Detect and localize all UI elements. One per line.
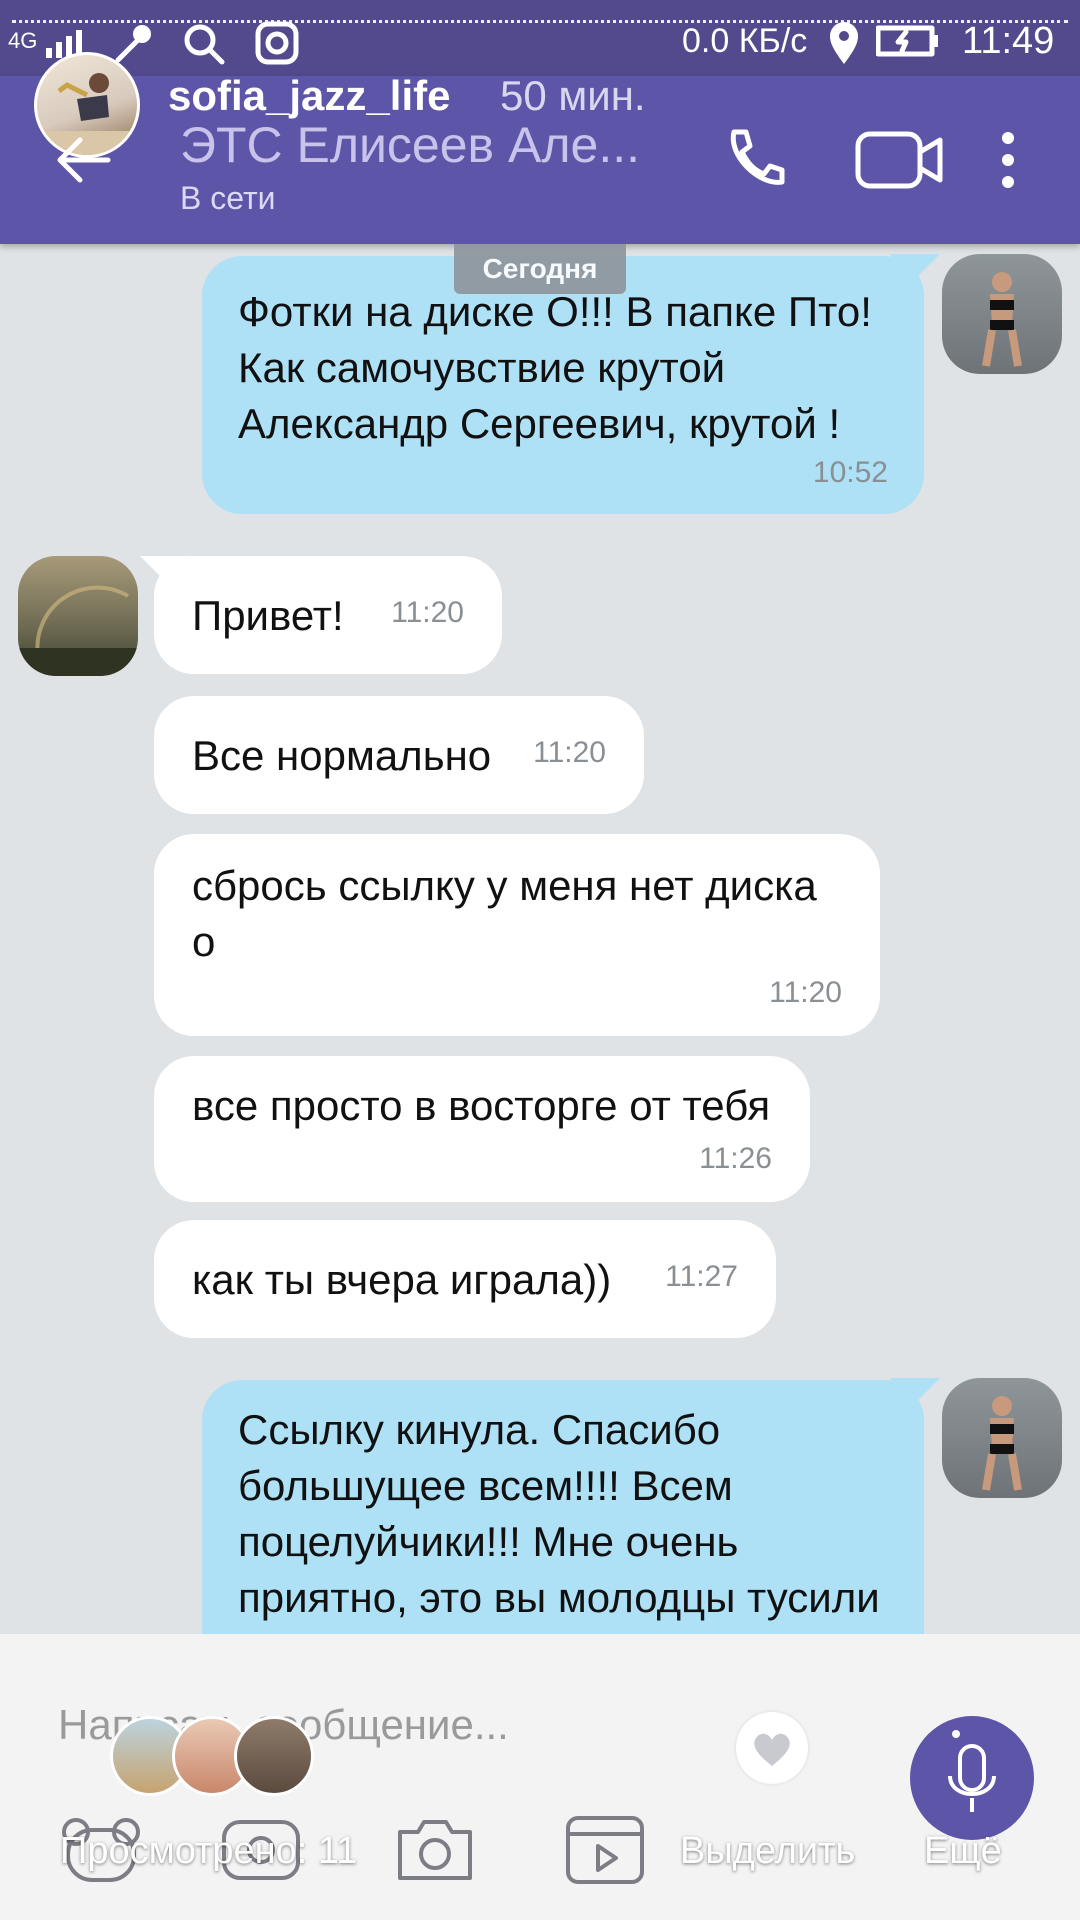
message-incoming[interactable]: все просто в восторге от тебя 11:26 xyxy=(154,1056,810,1202)
search-icon xyxy=(184,24,225,65)
message-incoming[interactable]: как ты вчера играла)) 11:27 xyxy=(154,1220,776,1338)
message-time: 11:20 xyxy=(533,736,606,769)
viewer-avatar[interactable] xyxy=(234,1716,314,1796)
story-time: 50 мин. xyxy=(500,72,646,119)
message-outgoing[interactable]: Фотки на диске О!!! В папке Пто! Как сам… xyxy=(202,256,924,514)
camera-button[interactable] xyxy=(390,1802,480,1892)
date-separator: Сегодня xyxy=(454,244,626,294)
message-outgoing[interactable]: Ссылку кинула. Спасибо большущее всем!!!… xyxy=(202,1380,924,1634)
message-incoming[interactable]: Привет! 11:20 xyxy=(154,556,502,674)
microphone-icon xyxy=(948,1730,996,1812)
message-text: Все нормально xyxy=(192,732,492,779)
camera-icon xyxy=(398,1820,472,1880)
contact-name[interactable]: ЭТС Елисеев Але... xyxy=(180,116,640,174)
contact-status: В сети xyxy=(180,180,276,216)
contact-avatar[interactable] xyxy=(18,556,138,676)
message-time: 11:27 xyxy=(665,1260,738,1293)
gif-button[interactable] xyxy=(560,1802,650,1892)
message-text: Ссылку кинула. Спасибо большущее всем!!!… xyxy=(238,1406,880,1621)
avatar-photo xyxy=(982,1396,1022,1491)
location-icon xyxy=(830,22,858,64)
heart-icon xyxy=(754,1733,790,1766)
voice-message-button[interactable] xyxy=(910,1716,1034,1840)
clock: 11:49 xyxy=(962,20,1055,62)
video-clip-icon xyxy=(566,1816,644,1884)
story-username[interactable]: sofia_jazz_life xyxy=(168,72,450,120)
story-progress-bar xyxy=(12,20,1068,23)
composer: Просмотрено: 11 Выделить Ещё xyxy=(0,1634,1080,1920)
video-camera-icon[interactable] xyxy=(854,128,946,192)
bubble-tail xyxy=(890,254,940,284)
network-speed: 0.0 КБ/с xyxy=(682,22,808,60)
my-avatar[interactable] xyxy=(942,254,1062,374)
message-text: все просто в восторге от тебя xyxy=(192,1082,771,1129)
status-bar: 4G 0.0 КБ/с 11:49 xyxy=(0,0,1080,76)
like-button[interactable] xyxy=(736,1712,808,1784)
instagram-icon xyxy=(255,21,299,65)
message-incoming[interactable]: сбрось ссылку у меня нет диска о 11:20 xyxy=(154,834,880,1036)
message-incoming[interactable]: Все нормально 11:20 xyxy=(154,696,644,814)
message-time: 10:52 xyxy=(812,456,888,489)
bubble-tail xyxy=(890,1378,940,1408)
my-avatar[interactable] xyxy=(942,1378,1062,1498)
battery-icon xyxy=(876,25,938,57)
message-list[interactable]: Фотки на диске О!!! В папке Пто! Как сам… xyxy=(0,244,1080,1634)
message-text: Привет! xyxy=(192,592,344,639)
more-button[interactable]: Ещё xyxy=(924,1830,1002,1873)
message-text: сбрось ссылку у меня нет диска о xyxy=(192,862,817,965)
avatar-photo xyxy=(982,272,1022,367)
message-time: 11:20 xyxy=(769,976,842,1009)
arrow-left-icon[interactable] xyxy=(52,128,116,192)
message-time: 11:26 xyxy=(699,1142,772,1175)
rainbow-photo xyxy=(18,585,138,676)
message-text: Фотки на диске О!!! В папке Пто! Как сам… xyxy=(238,288,872,447)
chat-header: sofia_jazz_life 50 мин. ЭТС Елисеев Але.… xyxy=(0,52,1080,244)
message-text: как ты вчера играла)) xyxy=(192,1256,612,1303)
more-vertical-icon[interactable] xyxy=(996,128,1020,192)
story-views-count[interactable]: Просмотрено: 11 xyxy=(60,1830,357,1873)
phone-icon[interactable] xyxy=(720,124,790,194)
select-button[interactable]: Выделить xyxy=(680,1830,855,1873)
network-type: 4G xyxy=(8,28,38,53)
message-time: 11:20 xyxy=(391,596,464,629)
